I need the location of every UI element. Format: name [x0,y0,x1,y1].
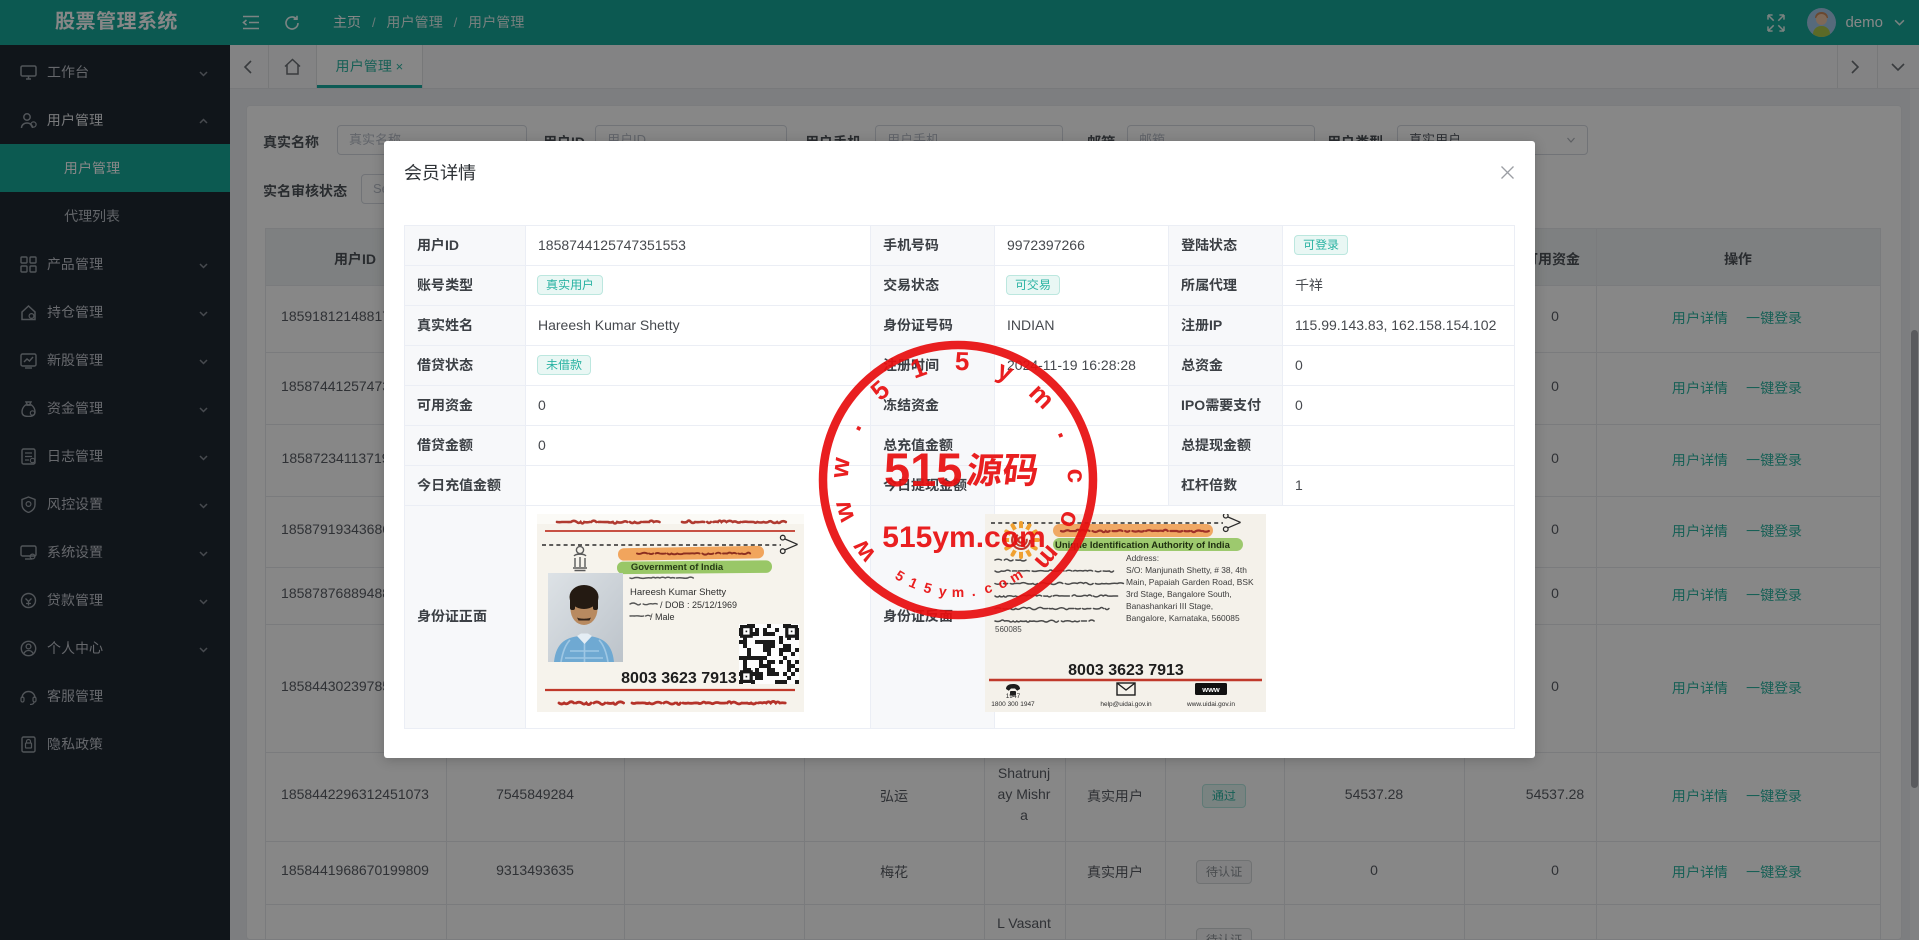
svg-text:c: c [1062,468,1092,484]
svg-text:1: 1 [907,574,921,592]
svg-text:Address:: Address: [1126,553,1159,563]
svg-text:515: 515 [884,443,962,496]
svg-text:www.uidai.gov.in: www.uidai.gov.in [1186,701,1235,708]
svg-text:o: o [995,574,1009,592]
svg-text:www: www [1201,685,1220,694]
svg-text:源码: 源码 [964,442,1042,494]
svg-text:/ DOB : 25/12/1969: / DOB : 25/12/1969 [660,600,737,610]
svg-text:y: y [938,583,948,600]
svg-text:.: . [970,583,976,599]
svg-text:.: . [837,415,867,435]
svg-text:1947: 1947 [1006,693,1021,700]
svg-text:Bangalore, Karnataka, 560085: Bangalore, Karnataka, 560085 [1126,613,1240,623]
svg-text:y: y [993,354,1019,387]
svg-text:/ Male: / Male [650,612,675,622]
svg-text:Government of India: Government of India [631,562,724,573]
svg-text:m: m [1007,566,1026,586]
svg-text:3rd Stage, Bangalore South,: 3rd Stage, Bangalore South, [1126,589,1232,599]
svg-text:Hareesh Kumar Shetty: Hareesh Kumar Shetty [630,587,726,598]
svg-text:1800 300 1947: 1800 300 1947 [991,701,1035,708]
svg-text:Banashankari III Stage,: Banashankari III Stage, [1126,601,1213,611]
svg-text:8003 3623 7913: 8003 3623 7913 [621,670,737,687]
svg-text:515ym.com: 515ym.com [882,521,1045,554]
svg-text:c: c [982,579,994,597]
svg-text:1: 1 [906,351,930,384]
svg-text:Main, Papaiah Garden Road, BSK: Main, Papaiah Garden Road, BSK [1126,577,1254,587]
svg-text:5: 5 [922,579,934,597]
svg-text:w: w [826,497,861,526]
svg-text:S/O: Manjunath Shetty, # 38, 4: S/O: Manjunath Shetty, # 38, 4th [1126,565,1247,575]
svg-text:8003 3623 7913: 8003 3623 7913 [1068,662,1184,679]
svg-text:.: . [1052,423,1082,442]
svg-text:5: 5 [954,346,970,376]
svg-text:5: 5 [893,567,908,585]
svg-text:w: w [824,455,856,480]
svg-text:help@uidai.gov.in: help@uidai.gov.in [1100,701,1152,708]
svg-text:o: o [1053,507,1087,532]
svg-text:m: m [952,584,964,600]
svg-text:5: 5 [865,374,896,406]
